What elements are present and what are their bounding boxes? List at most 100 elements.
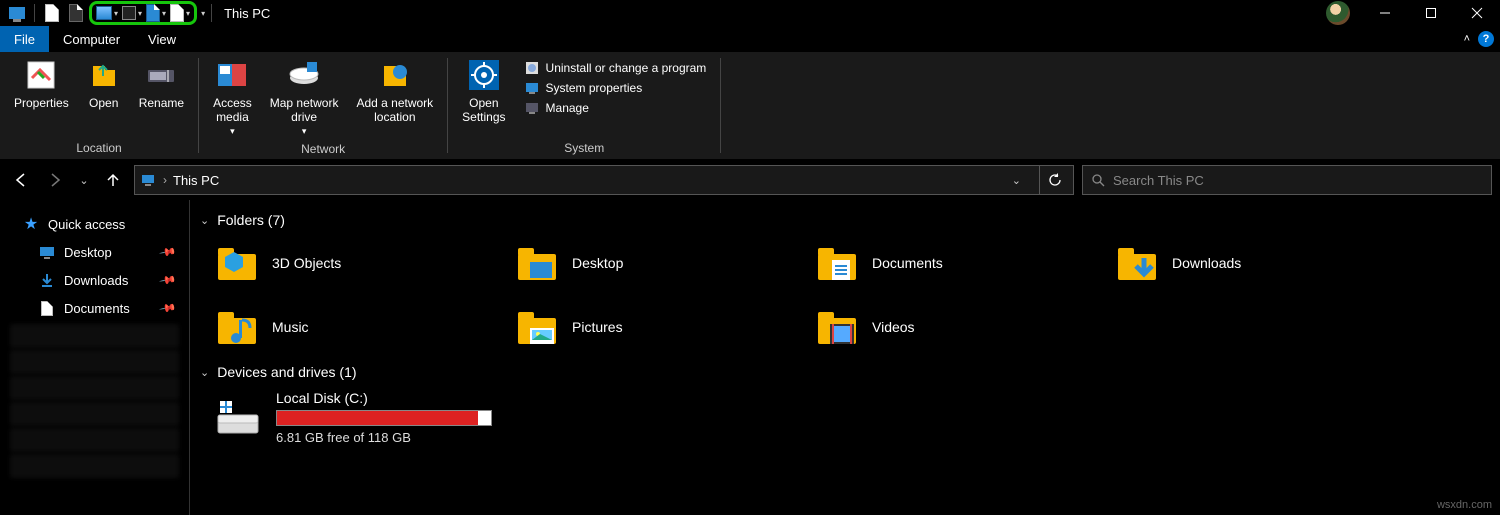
folder-3d-objects[interactable]: 3D Objects — [214, 238, 514, 288]
qat-item-1[interactable]: ▾ — [96, 6, 118, 20]
star-icon: ★ — [22, 215, 40, 233]
properties-icon — [24, 58, 58, 92]
ribbon: Properties Open Rename Location — [0, 52, 1500, 160]
drive-icon — [214, 397, 262, 439]
folders-grid: 3D Objects Desktop Documents Downloads M… — [214, 238, 1490, 352]
uninstall-icon — [524, 60, 540, 76]
rename-button[interactable]: Rename — [133, 56, 190, 139]
maximize-icon — [1425, 7, 1437, 19]
folder-icon — [814, 304, 860, 350]
sidebar-item-desktop[interactable]: Desktop 📌 — [0, 238, 189, 266]
titlebar-doc-icon-2 — [65, 3, 87, 23]
arrow-right-icon — [47, 172, 63, 188]
folder-desktop[interactable]: Desktop — [514, 238, 814, 288]
folder-videos[interactable]: Videos — [814, 302, 1114, 352]
open-icon — [87, 58, 121, 92]
folder-documents[interactable]: Documents — [814, 238, 1114, 288]
titlebar-separator-2 — [211, 4, 212, 22]
sysprops-icon — [524, 80, 540, 96]
titlebar-separator — [34, 4, 35, 22]
sidebar-item-label: Desktop — [64, 245, 112, 260]
search-input[interactable] — [1113, 173, 1483, 188]
map-network-drive-button[interactable]: Map network drive▾ — [264, 56, 345, 140]
section-header-folders[interactable]: ⌄ Folders (7) — [200, 212, 1490, 228]
manage-button[interactable]: Manage — [524, 100, 707, 116]
folder-icon — [514, 240, 560, 286]
help-icon[interactable]: ? — [1478, 31, 1494, 47]
ribbon-group-network: Access media▾ Map network drive▾ Add a n… — [199, 52, 447, 159]
sidebar-item-blurred — [10, 454, 179, 478]
qat-item-3[interactable]: ▾ — [146, 4, 166, 22]
chevron-down-icon[interactable]: ⌄ — [1012, 174, 1021, 187]
titlebar-quick-access: ▾ ▾ ▾ ▾ ▾ — [0, 1, 216, 25]
access-media-icon — [215, 58, 249, 92]
downloads-icon — [38, 271, 56, 289]
nav-forward-button[interactable] — [42, 167, 68, 193]
sidebar-item-downloads[interactable]: Downloads 📌 — [0, 266, 189, 294]
refresh-icon — [1048, 173, 1062, 187]
drive-free-text: 6.81 GB free of 118 GB — [276, 430, 492, 445]
access-media-button[interactable]: Access media▾ — [207, 56, 258, 140]
sidebar-item-blurred — [10, 376, 179, 400]
sidebar-quick-access[interactable]: ★ Quick access — [0, 210, 189, 238]
folder-pictures[interactable]: Pictures — [514, 302, 814, 352]
close-button[interactable] — [1454, 0, 1500, 26]
content-pane: ⌄ Folders (7) 3D Objects Desktop Documen… — [190, 200, 1500, 515]
section-header-drives[interactable]: ⌄ Devices and drives (1) — [200, 364, 1490, 380]
system-properties-button[interactable]: System properties — [524, 80, 707, 96]
sidebar-item-blurred — [10, 350, 179, 374]
settings-icon — [467, 58, 501, 92]
search-box[interactable] — [1082, 165, 1492, 195]
nav-up-button[interactable] — [100, 167, 126, 193]
refresh-button[interactable] — [1039, 165, 1069, 195]
nav-history-button[interactable]: ⌄ — [76, 167, 92, 193]
breadcrumb-box[interactable]: › This PC ⌄ — [134, 165, 1074, 195]
tab-file[interactable]: File — [0, 26, 49, 52]
collapse-ribbon-icon[interactable]: ˄ — [1464, 33, 1470, 45]
ribbon-group-location: Properties Open Rename Location — [0, 52, 198, 159]
qat-item-4[interactable]: ▾ — [170, 4, 190, 22]
sidebar-item-label: Downloads — [64, 273, 128, 288]
tab-view[interactable]: View — [134, 26, 190, 52]
chevron-right-icon[interactable]: › — [163, 173, 167, 187]
sidebar-item-label: Documents — [64, 301, 130, 316]
pin-icon: 📌 — [159, 243, 178, 262]
close-icon — [1471, 7, 1483, 19]
sidebar-item-blurred — [10, 324, 179, 348]
properties-button[interactable]: Properties — [8, 56, 75, 139]
documents-icon — [38, 299, 56, 317]
sidebar-item-blurred — [10, 428, 179, 452]
minimize-button[interactable] — [1362, 0, 1408, 26]
drive-name: Local Disk (C:) — [276, 390, 492, 406]
chevron-down-icon: ⌄ — [79, 174, 88, 187]
drive-local-c[interactable]: Local Disk (C:) 6.81 GB free of 118 GB — [214, 390, 1490, 445]
qat-customize-icon[interactable]: ▾ — [201, 9, 205, 18]
folder-music[interactable]: Music — [214, 302, 514, 352]
user-avatar-icon[interactable] — [1326, 1, 1350, 25]
sidebar: ★ Quick access Desktop 📌 Downloads 📌 Doc… — [0, 200, 190, 515]
nav-back-button[interactable] — [8, 167, 34, 193]
minimize-icon — [1379, 7, 1391, 19]
maximize-button[interactable] — [1408, 0, 1454, 26]
add-location-icon — [378, 58, 412, 92]
breadcrumb-this-pc[interactable]: This PC — [173, 173, 219, 188]
arrow-up-icon — [105, 172, 121, 188]
search-icon — [1091, 173, 1105, 187]
titlebar-doc-icon-1 — [41, 3, 63, 23]
tab-computer[interactable]: Computer — [49, 26, 134, 52]
sidebar-item-blurred — [10, 402, 179, 426]
folder-downloads[interactable]: Downloads — [1114, 238, 1414, 288]
menu-bar: File Computer View ˄ ? — [0, 26, 1500, 52]
sidebar-item-documents[interactable]: Documents 📌 — [0, 294, 189, 322]
add-network-location-button[interactable]: Add a network location — [350, 56, 439, 140]
open-button[interactable]: Open — [81, 56, 127, 139]
qat-item-2[interactable]: ▾ — [122, 6, 142, 20]
arrow-left-icon — [13, 172, 29, 188]
uninstall-program-button[interactable]: Uninstall or change a program — [524, 60, 707, 76]
open-settings-button[interactable]: Open Settings — [456, 56, 511, 139]
pin-icon: 📌 — [159, 271, 178, 290]
drive-info: Local Disk (C:) 6.81 GB free of 118 GB — [276, 390, 492, 445]
chevron-down-icon: ⌄ — [200, 366, 209, 379]
drive-usage-bar — [276, 410, 492, 426]
window-controls — [1326, 0, 1500, 26]
